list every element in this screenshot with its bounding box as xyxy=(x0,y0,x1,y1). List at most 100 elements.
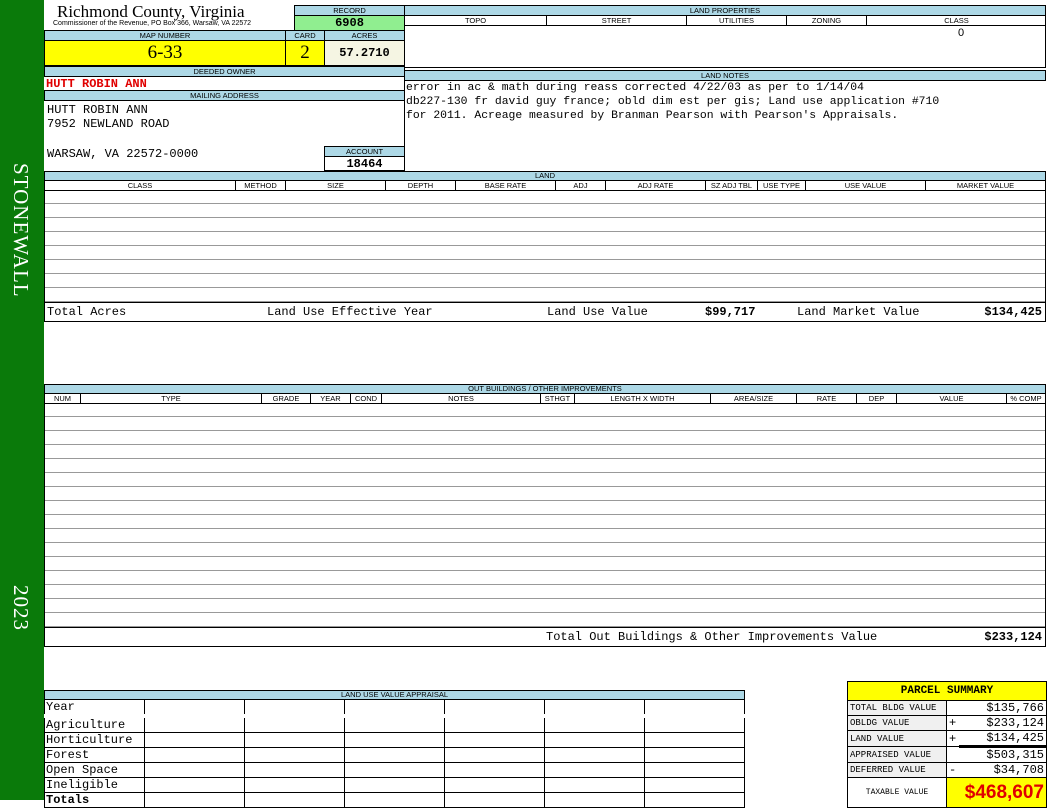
column-header: VALUE xyxy=(896,394,1006,403)
account-value: 18464 xyxy=(324,156,405,171)
outbuildings-total-row: Total Out Buildings & Other Improvements… xyxy=(44,627,1046,647)
column-header: NOTES xyxy=(381,394,540,403)
acres-value: 57.2710 xyxy=(324,40,405,66)
column-header: USE TYPE xyxy=(757,181,805,190)
land-use-row: Totals xyxy=(44,792,745,808)
land-rows xyxy=(44,190,1046,303)
outbuildings-total-label: Total Out Buildings & Other Improvements… xyxy=(546,630,878,644)
taxable-value-label: TAXABLE VALUE xyxy=(847,777,947,808)
land-use-cell xyxy=(344,747,445,763)
column-header: ADJ xyxy=(555,181,605,190)
table-row xyxy=(45,288,1045,302)
land-note-line: for 2011. Acreage measured by Branman Pe… xyxy=(406,110,899,122)
land-use-cell xyxy=(444,715,545,733)
land-use-cell xyxy=(144,792,245,808)
table-row xyxy=(45,473,1045,487)
summary-sign xyxy=(946,746,959,763)
column-header: ADJ RATE xyxy=(605,181,705,190)
land-use-cell xyxy=(644,715,745,733)
mailing-address-label: MAILING ADDRESS xyxy=(44,90,405,101)
class-value: 0 xyxy=(958,27,965,39)
table-row xyxy=(45,459,1045,473)
land-use-cell xyxy=(444,747,545,763)
land-use-cell xyxy=(544,699,645,717)
land-note-line: error in ac & math during reass correcte… xyxy=(406,82,864,94)
land-use-row: Agriculture xyxy=(44,715,745,733)
table-row xyxy=(45,274,1045,288)
land-use-row-label: Year xyxy=(44,699,145,717)
summary-label: OBLDG VALUE xyxy=(847,715,947,731)
table-row xyxy=(45,501,1045,515)
land-use-cell xyxy=(144,777,245,793)
table-row xyxy=(45,557,1045,571)
land-use-cell xyxy=(544,792,645,808)
land-notes-title: LAND NOTES xyxy=(404,70,1046,81)
table-row xyxy=(45,599,1045,613)
outbuildings-total-value: $233,124 xyxy=(984,630,1042,644)
effective-year-label: Land Use Effective Year xyxy=(267,305,433,319)
col-class: CLASS xyxy=(866,16,1046,25)
col-street: STREET xyxy=(546,16,686,25)
column-header: GRADE xyxy=(261,394,310,403)
column-header: BASE RATE xyxy=(455,181,555,190)
land-use-row: Horticulture xyxy=(44,732,745,748)
column-header: CLASS xyxy=(127,181,153,190)
land-use-cell xyxy=(444,699,545,717)
land-use-cell xyxy=(644,732,745,748)
land-use-cell xyxy=(244,792,345,808)
deeded-owner-label: DEEDED OWNER xyxy=(44,66,405,77)
total-acres-label: Total Acres xyxy=(47,305,127,319)
summary-label: TOTAL BLDG VALUE xyxy=(847,700,947,716)
land-use-cell xyxy=(544,747,645,763)
column-header: DEPTH xyxy=(385,181,455,190)
land-use-cell xyxy=(444,732,545,748)
map-number-value: 6-33 xyxy=(44,40,286,66)
land-use-appraisal-table: Year Agriculture Horticulture Forest Open Sp… xyxy=(44,699,745,808)
land-use-cell xyxy=(644,699,745,717)
land-use-cell xyxy=(444,792,545,808)
summary-row: DEFERRED VALUE - $34,708 xyxy=(847,762,1047,778)
land-use-value: $99,717 xyxy=(705,305,756,319)
land-use-cell xyxy=(244,762,345,778)
summary-value: $34,708 xyxy=(958,762,1047,778)
land-use-cell xyxy=(644,777,745,793)
summary-sign xyxy=(946,700,959,716)
column-header: MARKET VALUE xyxy=(925,181,1045,190)
land-market-value-label: Land Market Value xyxy=(797,305,920,319)
record-value: 6908 xyxy=(294,15,405,31)
column-header: DEP xyxy=(856,394,896,403)
card-value: 2 xyxy=(285,40,325,66)
table-row xyxy=(45,543,1045,557)
land-use-cell xyxy=(644,762,745,778)
column-header: COND xyxy=(350,394,381,403)
land-use-cell xyxy=(444,777,545,793)
land-use-row-label: Forest xyxy=(44,747,145,763)
land-use-value-label: Land Use Value xyxy=(547,305,648,319)
land-use-cell xyxy=(144,715,245,733)
land-use-cell xyxy=(244,732,345,748)
table-row xyxy=(45,445,1045,459)
land-use-cell xyxy=(344,699,445,717)
summary-label: DEFERRED VALUE xyxy=(847,762,947,778)
district-name: STONEWALL xyxy=(9,163,33,298)
column-header: METHOD xyxy=(235,181,285,190)
summary-label: APPRAISED VALUE xyxy=(847,746,947,763)
tax-year: 2023 xyxy=(9,585,33,631)
parcel-summary-title: PARCEL SUMMARY xyxy=(847,681,1047,701)
land-use-cell xyxy=(244,747,345,763)
table-row xyxy=(45,613,1045,627)
land-use-cell xyxy=(544,715,645,733)
parcel-summary: PARCEL SUMMARY TOTAL BLDG VALUE $135,766 O… xyxy=(847,681,1047,808)
land-properties-header: TOPO STREET UTILITIES ZONING CLASS xyxy=(404,15,1046,26)
table-row xyxy=(45,571,1045,585)
district-sidebar: STONEWALL 2023 xyxy=(0,0,44,800)
summary-row: TOTAL BLDG VALUE $135,766 xyxy=(847,700,1047,716)
summary-sign: + xyxy=(946,730,959,747)
land-use-cell xyxy=(144,762,245,778)
summary-value: $134,425 xyxy=(958,730,1047,747)
deeded-owner-name: HUTT ROBIN ANN xyxy=(46,77,147,91)
land-use-cell xyxy=(644,792,745,808)
land-use-cell xyxy=(544,777,645,793)
land-use-cell xyxy=(344,762,445,778)
land-use-cell xyxy=(444,762,545,778)
